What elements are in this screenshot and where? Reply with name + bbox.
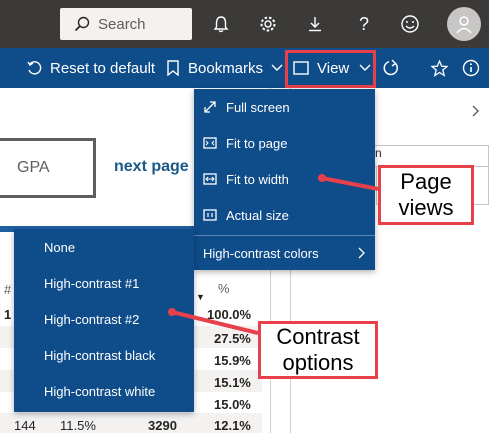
page-views-arrow-dot: [318, 174, 326, 182]
callout-page-views: Page views: [378, 165, 474, 225]
callout-contrast-options: Contrast options: [258, 321, 378, 379]
contrast-options-arrow: [171, 310, 259, 335]
callout-text: Contrast options: [276, 324, 360, 375]
page-views-arrow: [321, 176, 379, 191]
contrast-options-arrow-dot: [168, 308, 176, 316]
callout-text: Page views: [398, 169, 454, 220]
